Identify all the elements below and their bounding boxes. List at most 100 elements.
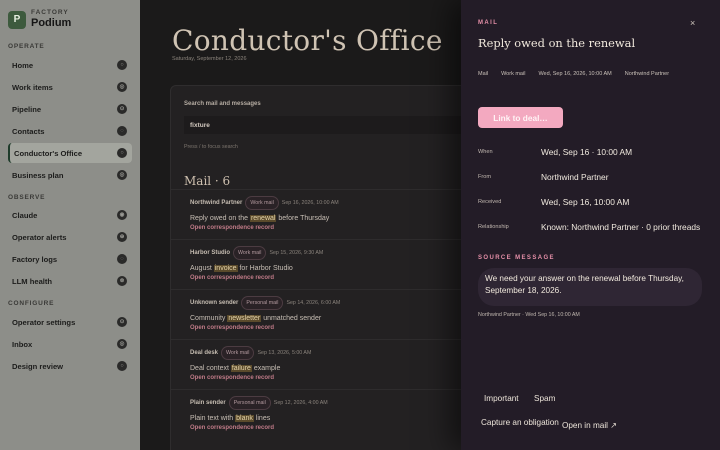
chip-mailbox: Work mail: [501, 71, 526, 77]
nav-status-icon: ◉: [117, 210, 127, 220]
nav-status-icon: ⊙: [117, 104, 127, 114]
drawer-kicker: MAIL: [478, 20, 499, 26]
nav-item-contacts[interactable]: Contacts ◌: [8, 121, 132, 141]
nav-item-business-plan[interactable]: Business plan ◎: [8, 165, 132, 185]
close-icon[interactable]: ×: [690, 18, 695, 28]
chip-sender: Northwind Partner: [624, 71, 670, 77]
mail-row[interactable]: Northwind Partner Work mail Sep 16, 2026…: [171, 189, 491, 239]
nav-item-label: Business plan: [12, 170, 64, 180]
mail-time: Sep 13, 2026, 5:00 AM: [257, 350, 312, 356]
mail-heading: Mail · 6: [184, 174, 231, 188]
nav-item-work-items[interactable]: Work items ◎: [8, 77, 132, 97]
open-in-mail-link[interactable]: Open in mail ↗: [562, 420, 617, 430]
nav-item-label: Operator alerts: [12, 232, 67, 242]
mail-tag: Work mail: [221, 346, 255, 360]
mail-tag: Personal mail: [241, 296, 284, 310]
nav-item-label: Conductor's Office: [14, 148, 83, 158]
nav-item-pipeline[interactable]: Pipeline ⊙: [8, 99, 132, 119]
open-record-link[interactable]: Open correspondence record: [190, 375, 274, 381]
source-message-bubble: We need your answer on the renewal befor…: [478, 268, 702, 306]
mail-subject: Community newsletter unmatched sender: [190, 315, 322, 322]
nav-item-operator-settings[interactable]: Operator settings ⊙: [8, 312, 132, 332]
mail-sender: Deal desk: [190, 350, 219, 356]
mail-panel: Search mail and messages Press / to focu…: [170, 85, 491, 450]
mail-time: Sep 14, 2026, 6:00 AM: [286, 300, 341, 306]
mail-tag: Personal mail: [228, 396, 271, 410]
nav-item-label: Inbox: [12, 339, 33, 349]
nav-status-icon: ◌: [117, 126, 127, 136]
sidebar: P FACTORY Podium OPERATE Home ○ Work item…: [0, 0, 140, 450]
mail-row[interactable]: Plain sender Personal mail Sep 12, 2026,…: [171, 389, 491, 439]
mail-sender: Unknown sender: [190, 300, 239, 306]
nav-item-label: LLM health: [12, 276, 53, 286]
brand-logo: P: [8, 10, 26, 29]
nav-status-icon: ○: [117, 361, 127, 371]
brand-name: Podium: [31, 17, 72, 29]
important-button[interactable]: Important: [484, 394, 519, 403]
open-record-link[interactable]: Open correspondence record: [190, 275, 274, 281]
nav-item-conductors-office[interactable]: Conductor's Office ○: [8, 143, 132, 163]
field-label-when: When: [478, 149, 493, 155]
field-value-relationship: Known: Northwind Partner · 0 prior threa…: [541, 222, 701, 232]
field-label-relationship: Relationship: [478, 224, 509, 230]
mail-sender: Plain sender: [190, 400, 226, 406]
nav-item-operator-alerts[interactable]: Operator alerts ⊕: [8, 227, 132, 247]
page-date: Saturday, September 12, 2026: [172, 56, 247, 62]
chip-channel: Mail: [478, 71, 489, 77]
mail-sender: Harbor Studio: [190, 250, 230, 256]
nav-item-design-review[interactable]: Design review ○: [8, 356, 132, 376]
nav-section-operate: OPERATE: [8, 43, 45, 50]
nav-status-icon: ◎: [117, 170, 127, 180]
capture-obligation-button[interactable]: Capture an obligation: [481, 418, 559, 427]
mail-subject: Plain text with blank lines: [190, 415, 271, 422]
spam-button[interactable]: Spam: [534, 394, 555, 403]
nav-status-icon: ○: [117, 148, 127, 158]
page-title: Conductor's Office: [172, 24, 443, 57]
search-input[interactable]: [184, 116, 479, 134]
chip-date: Wed, Sep 16, 2026, 10:00 AM: [538, 71, 612, 77]
nav-item-llm-health[interactable]: LLM health ⊗: [8, 271, 132, 291]
nav-item-home[interactable]: Home ○: [8, 55, 132, 75]
search-highlight: blank: [235, 415, 254, 422]
nav-item-label: Work items: [12, 82, 53, 92]
drawer-title: Reply owed on the renewal: [478, 36, 636, 50]
mail-row[interactable]: Harbor Studio Work mail Sep 15, 2026, 9:…: [171, 239, 491, 289]
link-to-deal-button[interactable]: Link to deal…: [478, 107, 563, 128]
mail-row[interactable]: Deal desk Work mail Sep 13, 2026, 5:00 A…: [171, 339, 491, 389]
field-value-from: Northwind Partner: [541, 172, 609, 182]
mail-subject: Reply owed on the renewal before Thursda…: [190, 215, 330, 222]
mail-detail-drawer: MAIL × Reply owed on the renewal Mail Wo…: [461, 0, 720, 450]
nav-section-observe: OBSERVE: [8, 194, 46, 201]
nav-status-icon: ⊕: [117, 232, 127, 242]
open-record-link[interactable]: Open correspondence record: [190, 425, 274, 431]
brand[interactable]: P FACTORY Podium: [8, 9, 71, 30]
nav-status-icon: ◎: [117, 82, 127, 92]
nav-item-label: Claude: [12, 210, 38, 220]
mail-row[interactable]: Unknown sender Personal mail Sep 14, 202…: [171, 289, 491, 339]
drawer-meta-chips: Mail Work mail Wed, Sep 16, 2026, 10:00 …: [478, 71, 669, 77]
search-hint: Press / to focus search: [184, 144, 238, 150]
nav-item-factory-logs[interactable]: Factory logs ◌: [8, 249, 132, 269]
nav-status-icon: ◌: [117, 254, 127, 264]
source-message-heading: SOURCE MESSAGE: [478, 255, 555, 261]
field-label-from: From: [478, 174, 492, 180]
search-highlight: renewal: [249, 215, 277, 222]
nav-status-icon: ○: [117, 60, 127, 70]
mail-time: Sep 16, 2026, 10:00 AM: [281, 200, 339, 206]
nav-item-label: Operator settings: [12, 317, 76, 327]
mail-sender: Northwind Partner: [190, 200, 243, 206]
nav-item-label: Home: [12, 60, 34, 70]
nav-item-label: Contacts: [12, 126, 45, 136]
nav-item-inbox[interactable]: Inbox ◎: [8, 334, 132, 354]
open-record-link[interactable]: Open correspondence record: [190, 225, 274, 231]
search-label: Search mail and messages: [184, 101, 261, 107]
field-label-received: Received: [478, 199, 502, 205]
nav-item-claude[interactable]: Claude ◉: [8, 205, 132, 225]
nav-status-icon: ⊙: [117, 317, 127, 327]
search-highlight: failure: [230, 365, 252, 372]
open-record-link[interactable]: Open correspondence record: [190, 325, 274, 331]
mail-subject: Deal context failure example: [190, 365, 281, 372]
mail-tag: Work mail: [245, 196, 279, 210]
mail-tag: Work mail: [233, 246, 267, 260]
field-value-when: Wed, Sep 16 · 10:00 AM: [541, 147, 633, 157]
